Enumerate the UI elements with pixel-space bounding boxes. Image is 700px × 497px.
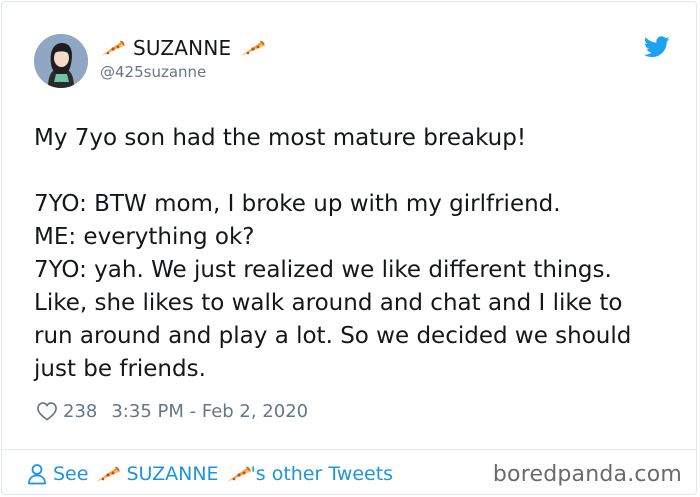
pizza-slice-icon bbox=[241, 40, 265, 56]
divider bbox=[2, 449, 696, 450]
avatar-illustration bbox=[34, 34, 88, 88]
person-icon bbox=[28, 464, 46, 485]
tweet-line: just be friends. bbox=[34, 356, 206, 382]
display-name: SUZANNE bbox=[133, 36, 232, 60]
pizza-slice-icon bbox=[226, 466, 251, 482]
tweet-card: SUZANNE @425suzanne My 7yo son had the m… bbox=[1, 1, 697, 495]
display-name-row[interactable]: SUZANNE bbox=[99, 35, 265, 61]
pizza-slice-icon bbox=[96, 466, 121, 482]
tweet-line: 7YO: BTW mom, I broke up with my girlfri… bbox=[34, 191, 561, 217]
see-label: See bbox=[53, 463, 89, 485]
tweet-line: 7YO: yah. We just realized we like diffe… bbox=[34, 257, 612, 283]
footer-name: SUZANNE bbox=[126, 463, 219, 485]
watermark: boredpanda.com bbox=[492, 462, 682, 487]
see-other-tweets-link[interactable]: See SUZANNE 's other Tweets bbox=[27, 461, 393, 487]
like-count[interactable]: 238 bbox=[63, 401, 97, 422]
tweet-line: ME: everything ok? bbox=[34, 224, 255, 250]
user-handle[interactable]: @425suzanne bbox=[100, 63, 206, 81]
heart-icon[interactable] bbox=[36, 401, 58, 421]
tweet-line: Like, she likes to walk around and chat … bbox=[34, 290, 623, 316]
tweet-timestamp[interactable]: 3:35 PM - Feb 2, 2020 bbox=[111, 401, 308, 422]
tweet-line: run around and play a lot. So we decided… bbox=[34, 323, 632, 349]
twitter-bird-icon[interactable] bbox=[644, 36, 670, 58]
tweet-text: My 7yo son had the most mature breakup! … bbox=[34, 122, 684, 386]
tweet-meta: 238 3:35 PM - Feb 2, 2020 bbox=[36, 398, 308, 424]
pizza-slice-icon bbox=[101, 40, 125, 56]
avatar[interactable] bbox=[34, 34, 88, 88]
tweet-line: My 7yo son had the most mature breakup! bbox=[34, 125, 527, 151]
footer-suffix: 's other Tweets bbox=[250, 463, 394, 485]
